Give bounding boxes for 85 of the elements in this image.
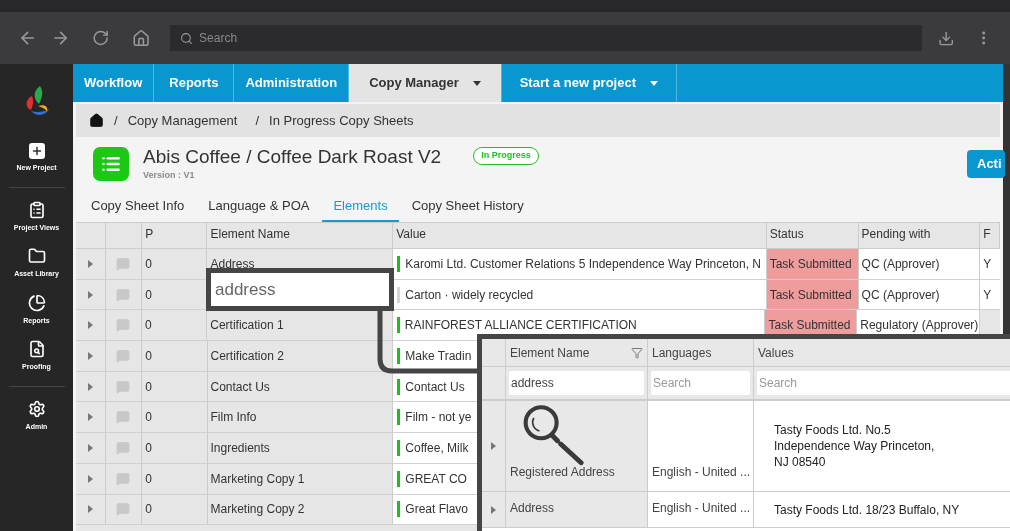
table-cell-text: 0 xyxy=(145,439,152,457)
expand-icon[interactable] xyxy=(87,290,93,299)
table-cell-text: Great Flavo xyxy=(405,501,468,519)
table-cell: Tasty Foods Ltd. 18/23 Buffalo, NY xyxy=(774,501,960,518)
table-cell: Y xyxy=(980,279,1000,310)
table-cell-text: Registered Address xyxy=(510,464,615,481)
table-cell-text: Certification 1 xyxy=(210,317,284,335)
column-header: F xyxy=(980,223,1000,248)
table-cell-text: Address xyxy=(510,500,555,517)
tab[interactable]: Copy Sheet Info xyxy=(80,191,196,222)
expand-icon[interactable] xyxy=(491,442,496,450)
tab[interactable]: Language & POA xyxy=(197,191,321,222)
search-icon xyxy=(180,32,194,45)
table-cell: Y xyxy=(980,249,1000,279)
table-cell-text: English - United ... xyxy=(652,464,751,481)
column-header: Languages xyxy=(652,344,712,362)
table-cell-text: Film - not ye xyxy=(405,409,472,427)
reload-icon[interactable] xyxy=(92,29,110,47)
expand-icon[interactable] xyxy=(87,259,93,268)
table-cell-text: Film Info xyxy=(210,409,257,427)
download-icon[interactable] xyxy=(938,29,955,47)
table-cell-text: 0 xyxy=(145,317,152,335)
table-cell-text: 0 xyxy=(145,286,152,304)
table-cell-text: Carton · widely recycled xyxy=(405,286,534,304)
nav-tab[interactable]: Copy Manager xyxy=(349,64,502,102)
search-field[interactable]: Search xyxy=(170,25,923,51)
status-badge: In Progress xyxy=(473,147,539,165)
table-cell-text: Marketing Copy 2 xyxy=(210,501,305,519)
table-cell-text: Contact Us xyxy=(210,378,270,396)
table-cell: QC (Approver) xyxy=(858,249,981,279)
table-cell-text: Coffee, Milk xyxy=(405,439,469,457)
table-cell-text: Ingredients xyxy=(210,439,270,457)
table-cell-text: Certification 2 xyxy=(210,347,284,365)
breadcrumb-separator: / xyxy=(255,111,260,130)
expand-icon[interactable] xyxy=(87,351,93,360)
breadcrumb-separator: / xyxy=(114,111,118,130)
tab[interactable]: Copy Sheet History xyxy=(400,191,535,222)
column-header: P xyxy=(142,223,208,248)
home-icon[interactable] xyxy=(89,113,104,128)
column-header: Values xyxy=(758,344,794,362)
table-cell-text: Karomi Ltd. Customer Relations 5 Independence Way Princeton, N xyxy=(405,255,761,273)
page-title: Abis Coffee / Coffee Dark Roast V2 xyxy=(143,145,442,170)
version-label: Version : V1 xyxy=(143,169,196,183)
column-header: Pending with xyxy=(858,223,981,248)
folder-icon xyxy=(27,247,46,265)
table-cell-text: GREAT CO xyxy=(405,470,467,488)
filter-icon[interactable] xyxy=(631,346,643,359)
callout-field: address xyxy=(206,268,394,311)
filter-field[interactable]: Search xyxy=(651,371,750,395)
table-cell-text: 0 xyxy=(145,347,152,365)
filter-field[interactable]: Search xyxy=(757,371,1010,395)
expand-icon[interactable] xyxy=(87,382,93,391)
expand-icon[interactable] xyxy=(87,413,93,422)
pie-chart-icon xyxy=(27,293,46,312)
expand-icon[interactable] xyxy=(491,505,496,514)
table-cell-text: Make Tradin xyxy=(405,347,472,365)
table-cell-text: English - United ... xyxy=(652,500,751,517)
column-header: Element Name xyxy=(510,344,590,362)
table-cell-text: 0 xyxy=(145,409,152,427)
breadcrumb-link[interactable]: Copy Management xyxy=(127,110,238,131)
filter-field[interactable]: address xyxy=(509,371,644,395)
table-cell: Tasty Foods Ltd. No.5 Independence Way Princeton, NJ 08540 xyxy=(774,422,935,470)
clipboard-icon xyxy=(27,200,46,219)
column-header: Value xyxy=(393,223,767,248)
expand-icon[interactable] xyxy=(87,474,93,483)
column-header: Status xyxy=(766,223,859,248)
document-search-icon xyxy=(27,340,46,358)
table-cell-text: 0 xyxy=(145,378,152,396)
table-cell-text: Marketing Copy 1 xyxy=(210,470,305,488)
table-cell-text: Contact Us xyxy=(405,378,465,396)
settings-icon xyxy=(27,399,46,418)
table-cell: QC (Approver) xyxy=(858,279,981,310)
table-cell-text: 0 xyxy=(145,255,152,273)
column-header: Element Name xyxy=(207,223,394,248)
table-cell-text: 0 xyxy=(145,501,152,519)
status-cell: Task Submitted xyxy=(766,249,859,279)
expand-icon[interactable] xyxy=(87,505,93,514)
expand-icon[interactable] xyxy=(87,443,93,452)
table-cell-text: RAINFOREST ALLIANCE CERTIFICATION xyxy=(404,317,637,335)
expand-icon[interactable] xyxy=(87,321,93,330)
plus-icon xyxy=(28,143,45,159)
table-cell-text: 0 xyxy=(145,470,152,488)
list-icon xyxy=(93,147,129,181)
status-cell: Task Submitted xyxy=(766,279,859,310)
breadcrumb-link[interactable]: In Progress Copy Sheets xyxy=(269,110,414,131)
